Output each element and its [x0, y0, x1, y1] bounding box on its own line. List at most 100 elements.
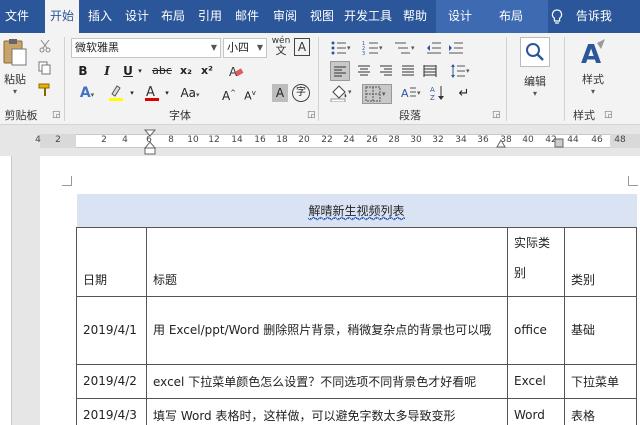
header-cell-category[interactable]: 类别 [564, 226, 637, 297]
ribbon: 粘贴 ▾ 剪贴板 ◲ 微软雅黑 ▼ 小四 ▼ wén 文 A B I U ▾ ab… [0, 33, 640, 125]
multilevel-list-icon[interactable]: ▾ [394, 38, 420, 58]
cell-actual-category[interactable]: Excel [507, 363, 565, 399]
tab-developer[interactable]: 开发工具 [341, 0, 395, 33]
format-painter-icon[interactable] [38, 83, 54, 99]
chinese-layout-icon[interactable]: A ▾ [400, 84, 426, 104]
header-cell-title[interactable]: 标题 [146, 226, 508, 297]
paragraph-launcher-icon[interactable]: ◲ [492, 110, 501, 120]
search-icon [526, 43, 544, 61]
increase-indent-icon[interactable] [448, 38, 468, 58]
tab-mailings[interactable]: 邮件 [230, 0, 264, 33]
styles-button[interactable]: A 样式 ▾ [572, 37, 614, 101]
show-marks-icon[interactable]: ↵ [454, 84, 474, 104]
cell-category[interactable]: 下拉菜单 [564, 363, 637, 399]
font-color-icon[interactable]: A [144, 83, 164, 103]
font-size-combo[interactable]: 小四 ▼ [223, 38, 267, 58]
clipboard-group-label: 剪贴板 [4, 109, 38, 122]
header-cell-date[interactable]: 日期 [76, 226, 147, 297]
char-border-button[interactable]: A [294, 38, 310, 56]
cell-title[interactable]: 填写 Word 表格时，这样做，可以避免字数太多导致变形 [146, 397, 508, 425]
superscript-button[interactable]: x² [198, 61, 216, 81]
bullets-icon[interactable]: ▾ [330, 38, 356, 58]
cell-category[interactable]: 基础 [564, 295, 637, 365]
line-spacing-icon[interactable]: ▾ [450, 61, 476, 81]
indent-marker-icon[interactable] [144, 129, 156, 155]
tab-home[interactable]: 开始 [45, 0, 79, 33]
tab-review[interactable]: 审阅 [268, 0, 302, 33]
tab-design[interactable]: 设计 [120, 0, 154, 33]
char-shading-button[interactable]: A [272, 84, 288, 102]
table-title: 解晴新生视频列表 [308, 203, 405, 219]
subscript-button[interactable]: x₂ [177, 61, 195, 81]
table-title-cell[interactable]: 解晴新生视频列表 [76, 194, 637, 227]
vertical-ruler[interactable] [0, 156, 12, 425]
grow-font-button[interactable]: A^ [220, 83, 238, 103]
cell-date[interactable]: 2019/4/1 [76, 295, 147, 365]
bold-button[interactable]: B [74, 61, 92, 81]
copy-icon[interactable] [38, 61, 54, 77]
distributed-icon[interactable] [420, 61, 440, 81]
decrease-indent-icon[interactable] [426, 38, 446, 58]
cell-category[interactable]: 表格 [564, 397, 637, 425]
font-launcher-icon[interactable]: ◲ [307, 110, 316, 120]
cell-title[interactable]: excel 下拉菜单颜色怎么设置？不同选项不同背景色才好看呢 [146, 363, 508, 399]
horizontal-ruler[interactable]: 4 2 2 4 6 8 10 12 14 16 18 20 22 24 26 28 30 32 34 36 38 40 42… [0, 126, 640, 156]
font-name-combo[interactable]: 微软雅黑 ▼ [71, 38, 221, 58]
phonetic-guide-button[interactable]: wén 文 [270, 36, 292, 58]
tab-view[interactable]: 视图 [305, 0, 339, 33]
table-row: 2019/4/3 填写 Word 表格时，这样做，可以避免字数太多导致变形 Wo… [76, 397, 637, 425]
highlight-icon[interactable] [108, 83, 130, 103]
strikethrough-button[interactable]: abc [150, 61, 174, 81]
tab-layout[interactable]: 布局 [156, 0, 190, 33]
cell-title[interactable]: 用 Excel/ppt/Word 删除照片背景，稍微复杂点的背景也可以哦 [146, 295, 508, 365]
underline-dropdown-icon[interactable]: ▾ [136, 61, 144, 81]
document-table[interactable]: 解晴新生视频列表 日期 标题 实际类别 类别 2019/4/1 用 Excel/… [76, 194, 637, 425]
cell-actual-category[interactable]: office [507, 295, 565, 365]
editing-button[interactable]: 编辑 ▾ [514, 37, 556, 101]
tab-table-layout[interactable]: 布局 [494, 0, 528, 33]
tab-file[interactable]: 文件 [0, 0, 34, 33]
underline-button[interactable]: U [119, 61, 137, 81]
align-left-icon[interactable] [330, 61, 350, 81]
cell-actual-category[interactable]: Word [507, 397, 565, 425]
column-marker-icon[interactable] [554, 138, 564, 148]
tell-me-label: 告诉我 [575, 9, 612, 23]
shading-icon[interactable]: ▾ [330, 84, 358, 104]
tab-references[interactable]: 引用 [193, 0, 227, 33]
table-row: 2019/4/2 excel 下拉菜单颜色怎么设置？不同选项不同背景色才好看呢 … [76, 363, 637, 399]
text-effects-icon[interactable]: A▾ [76, 83, 98, 103]
change-case-button[interactable]: Aa▾ [176, 83, 204, 103]
align-right-icon[interactable] [376, 61, 396, 81]
svg-text:▾: ▾ [347, 44, 351, 52]
enclose-char-button[interactable]: 字 [292, 84, 310, 102]
clear-formatting-icon[interactable]: A [228, 61, 246, 81]
borders-icon[interactable]: ▾ [362, 84, 392, 104]
header-cell-actual-category[interactable]: 实际类别 [507, 226, 565, 297]
ruler-tick-label: 44 [567, 135, 579, 145]
font-color-dropdown-icon[interactable]: ▾ [163, 83, 171, 103]
cell-date[interactable]: 2019/4/3 [76, 397, 147, 425]
align-center-icon[interactable] [354, 61, 374, 81]
column-marker-icon[interactable] [496, 138, 506, 148]
tell-me-search[interactable]: 告诉我 [550, 0, 638, 33]
ruler-tick-label: 2 [55, 135, 61, 145]
numbering-icon[interactable]: 1 2 3 ▾ [362, 38, 388, 58]
italic-button[interactable]: I [98, 61, 116, 81]
sort-icon[interactable]: AZ [430, 84, 450, 104]
justify-icon[interactable] [398, 61, 418, 81]
paste-button[interactable]: 粘贴 ▾ [0, 37, 30, 97]
svg-text:▾: ▾ [379, 44, 383, 52]
tab-insert[interactable]: 插入 [83, 0, 117, 33]
font-size-value: 小四 [227, 41, 249, 54]
clipboard-launcher-icon[interactable]: ◲ [52, 110, 61, 120]
document-page[interactable]: 解晴新生视频列表 日期 标题 实际类别 类别 2019/4/1 用 Excel/… [40, 156, 640, 425]
styles-launcher-icon[interactable]: ◲ [604, 110, 613, 120]
ruler-tick-label: 14 [231, 135, 243, 145]
cell-date[interactable]: 2019/4/2 [76, 363, 147, 399]
tab-table-design[interactable]: 设计 [443, 0, 477, 33]
ruler-tick-label: 22 [321, 135, 333, 145]
shrink-font-button[interactable]: Av [241, 83, 259, 103]
cut-icon[interactable] [38, 39, 54, 55]
tab-help[interactable]: 帮助 [398, 0, 432, 33]
highlight-dropdown-icon[interactable]: ▾ [128, 83, 136, 103]
